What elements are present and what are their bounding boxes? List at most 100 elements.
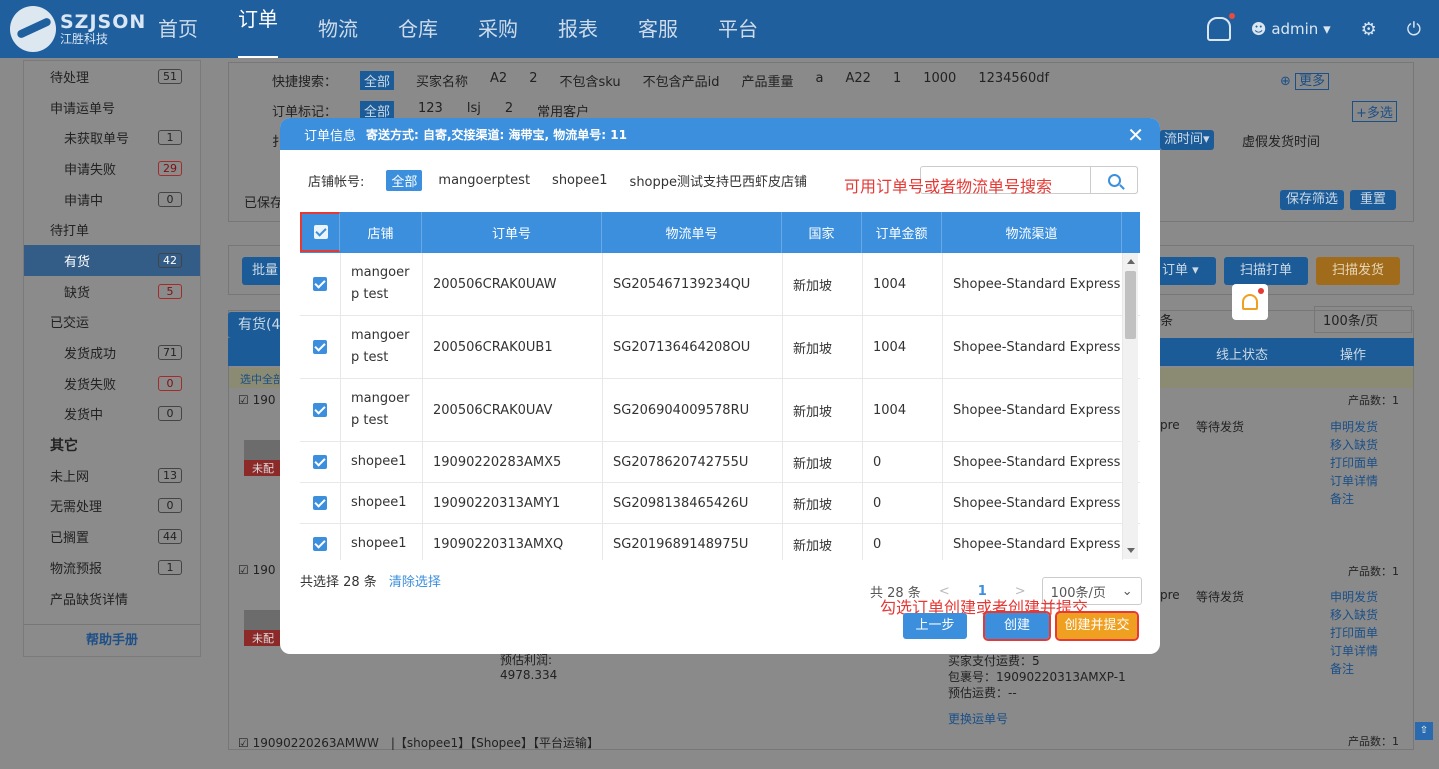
sidebar-item[interactable]: 已搁置 44 xyxy=(24,521,200,552)
sidebar-item[interactable]: 申请运单号 xyxy=(24,92,200,123)
reset-button[interactable]: 重置 xyxy=(1350,190,1397,210)
quick-tag[interactable]: A2 xyxy=(490,71,507,90)
order-row-2-id[interactable]: ☑ 190 xyxy=(238,563,275,577)
quick-tag[interactable]: 不包含sku xyxy=(559,71,620,90)
shop-tag-2[interactable]: shopee1 xyxy=(552,173,608,188)
quick-tag[interactable]: 2 xyxy=(529,71,537,90)
sidebar-item[interactable]: 缺货 5 xyxy=(24,276,200,307)
gear-icon[interactable]: ⚙ xyxy=(1361,19,1377,40)
multi-select-button[interactable]: +多选 xyxy=(1352,101,1397,122)
order-row-1-id[interactable]: ☑ 190 xyxy=(238,393,275,407)
nav-5[interactable]: 报表 xyxy=(558,0,598,58)
nav-1[interactable]: 订单 xyxy=(238,4,278,58)
more-button[interactable]: ⊕ 更多 xyxy=(1280,70,1330,90)
op-link[interactable]: 申明发货 xyxy=(1330,418,1378,436)
quick-tag[interactable]: 1000 xyxy=(923,71,956,90)
nav-4[interactable]: 采购 xyxy=(478,0,518,58)
prev-step-button[interactable]: 上一步 xyxy=(903,613,967,639)
notification-bell-icon[interactable] xyxy=(1206,13,1235,41)
op-link[interactable]: 移入缺货 xyxy=(1330,606,1378,624)
table-row[interactable]: shopee1 19090220313AMXQ SG2019689148975U 新加… xyxy=(300,524,1140,560)
quick-tag[interactable]: 买家名称 xyxy=(416,71,468,90)
sidebar-item[interactable]: 未上网 13 xyxy=(24,460,200,491)
op-link[interactable]: 订单详情 xyxy=(1330,472,1378,490)
table-row[interactable]: mangoerp test 200506CRAK0UAW SG20546713923… xyxy=(300,253,1140,316)
select-all-hint[interactable]: 选中全部 xyxy=(240,371,284,387)
op-link[interactable]: 移入缺货 xyxy=(1330,436,1378,454)
sidebar-item[interactable]: 其它 xyxy=(24,429,200,460)
create-and-submit-button[interactable]: 创建并提交 xyxy=(1055,611,1139,641)
sidebar-item[interactable]: 发货中 0 xyxy=(24,399,200,430)
order-row-3[interactable]: ☑ 19090220263AMWW |【shopee1】【Shopee】【平台运… xyxy=(238,734,599,751)
sidebar-item[interactable]: 发货失败 0 xyxy=(24,368,200,399)
nav-2[interactable]: 物流 xyxy=(318,0,358,58)
clear-selection-link[interactable]: 清除选择 xyxy=(389,575,441,590)
quick-tag[interactable]: 全部 xyxy=(360,71,395,90)
quick-tag[interactable]: 不包含产品id xyxy=(643,71,720,90)
row-checkbox[interactable] xyxy=(300,442,341,482)
save-filter-button[interactable]: 保存筛选 xyxy=(1280,190,1345,210)
scroll-down-icon[interactable] xyxy=(1127,548,1135,553)
search-button[interactable] xyxy=(1090,166,1138,194)
op-link[interactable]: 备注 xyxy=(1330,490,1378,508)
quick-tag[interactable]: 1234560df xyxy=(978,71,1049,90)
op-link[interactable]: 打印面单 xyxy=(1330,454,1378,472)
sidebar-item[interactable]: 有货 42 xyxy=(24,245,200,276)
order-dropdown[interactable]: 订单 ▾ xyxy=(1152,257,1216,285)
table-row[interactable]: mangoerp test 200506CRAK0UB1 SG20713646420… xyxy=(300,316,1140,379)
table-row[interactable]: mangoerp test 200506CRAK0UAV SG20690400957… xyxy=(300,379,1140,442)
scroll-thumb[interactable] xyxy=(1125,271,1136,339)
sidebar-item[interactable]: 无需处理 0 xyxy=(24,491,200,522)
nav-7[interactable]: 平台 xyxy=(718,0,758,58)
quick-tag[interactable]: 1 xyxy=(893,71,901,90)
sidebar-item[interactable]: 待打单 xyxy=(24,214,200,245)
quick-tag[interactable]: a xyxy=(816,71,824,90)
nav-6[interactable]: 客服 xyxy=(638,0,678,58)
quick-tag[interactable]: 产品重量 xyxy=(742,71,794,90)
sidebar-item[interactable]: 未获取单号 1 xyxy=(24,122,200,153)
change-tracking-link[interactable]: 更换运单号 xyxy=(948,710,1008,727)
row-checkbox[interactable] xyxy=(300,253,341,315)
scan-print-button[interactable]: 扫描打单 xyxy=(1224,257,1308,285)
scroll-up-icon[interactable] xyxy=(1127,259,1135,264)
sidebar-item[interactable]: 待处理 51 xyxy=(24,61,200,92)
row-checkbox[interactable] xyxy=(300,524,341,560)
scan-ship-button[interactable]: 扫描发货 xyxy=(1316,257,1400,285)
logo[interactable]: SZJSON 江胜科技 xyxy=(0,0,150,58)
nav-0[interactable]: 首页 xyxy=(158,0,198,58)
select-all-checkbox[interactable] xyxy=(300,212,340,252)
row-checkbox[interactable] xyxy=(300,483,341,523)
create-button[interactable]: 创建 xyxy=(983,611,1051,641)
sidebar-item[interactable]: 已交运 xyxy=(24,307,200,338)
user-menu[interactable]: ☻ admin ▾ xyxy=(1251,20,1331,38)
shop-all-tag[interactable]: 全部 xyxy=(386,170,423,191)
per-page-select-bg[interactable]: 100条/页 xyxy=(1314,306,1412,333)
nav-3[interactable]: 仓库 xyxy=(398,0,438,58)
sidebar-item[interactable]: 产品缺货详情 xyxy=(24,583,200,614)
floating-bell-button[interactable] xyxy=(1232,284,1268,320)
sidebar-item[interactable]: 物流预报 1 xyxy=(24,552,200,583)
logistics-time-dropdown[interactable]: 流时间▾ xyxy=(1160,130,1214,150)
op-link[interactable]: 打印面单 xyxy=(1330,624,1378,642)
checkbox-icon xyxy=(313,496,327,510)
close-icon[interactable]: ✕ xyxy=(1127,123,1144,147)
checkbox-icon xyxy=(313,455,327,469)
row-checkbox[interactable] xyxy=(300,379,341,441)
op-link[interactable]: 申明发货 xyxy=(1330,588,1378,606)
sidebar-item[interactable]: 申请中 0 xyxy=(24,184,200,215)
op-link[interactable]: 备注 xyxy=(1330,660,1378,678)
sidebar-item[interactable]: 发货成功 71 xyxy=(24,337,200,368)
table-row[interactable]: shopee1 19090220283AMX5 SG2078620742755U 新加… xyxy=(300,442,1140,483)
sidebar-item[interactable]: 申请失败 29 xyxy=(24,153,200,184)
table-row[interactable]: shopee1 19090220313AMY1 SG2098138465426U 新加… xyxy=(300,483,1140,524)
shop-tag-3[interactable]: shoppe测试支持巴西虾皮店铺 xyxy=(630,171,807,190)
fake-ship-time[interactable]: 虚假发货时间 xyxy=(1242,131,1320,150)
quick-tag[interactable]: A22 xyxy=(846,71,871,90)
op-link[interactable]: 订单详情 xyxy=(1330,642,1378,660)
scroll-top-icon[interactable]: ⇧ xyxy=(1415,722,1433,740)
row-checkbox[interactable] xyxy=(300,316,341,378)
shop-tag-1[interactable]: mangoerptest xyxy=(438,173,530,188)
help-manual-link[interactable]: 帮助手册 xyxy=(24,624,200,656)
table-scrollbar[interactable] xyxy=(1123,253,1138,559)
power-icon[interactable]: ⏻ xyxy=(1407,19,1421,40)
